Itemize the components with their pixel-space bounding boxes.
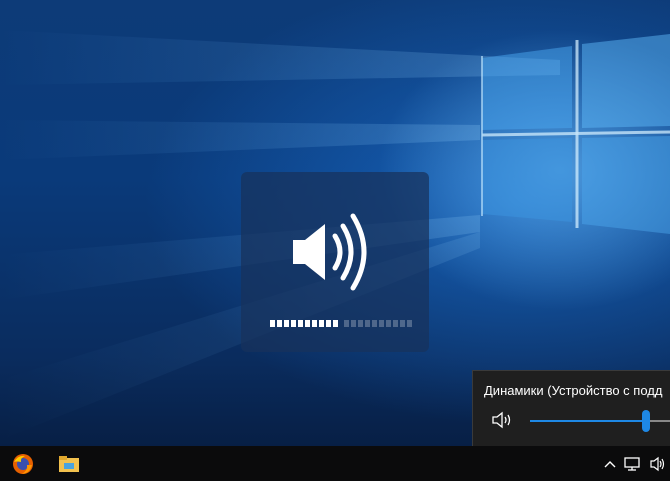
volume-level-segment: [277, 320, 282, 327]
file-explorer-taskbar-button[interactable]: [46, 446, 92, 481]
volume-level-segment: [393, 320, 398, 327]
volume-slider-fill: [530, 420, 646, 422]
volume-slider-thumb[interactable]: [641, 410, 650, 432]
volume-level-segment: [386, 320, 391, 327]
network-icon: [624, 456, 640, 471]
volume-level-segment: [291, 320, 296, 327]
volume-level-segment: [400, 320, 405, 327]
network-button[interactable]: [624, 456, 642, 472]
volume-level-segment: [319, 320, 324, 327]
taskbar: [0, 446, 670, 481]
volume-level-segment: [270, 320, 275, 327]
file-explorer-icon: [59, 455, 79, 472]
device-name-label[interactable]: Динамики (Устройство с подд: [484, 383, 662, 398]
speaker-icon[interactable]: [492, 411, 514, 429]
volume-flyout: Динамики (Устройство с подд: [472, 370, 670, 446]
volume-level-segment: [344, 320, 349, 327]
volume-level-segment: [305, 320, 310, 327]
firefox-icon: [13, 453, 33, 474]
chevron-up-icon: [604, 460, 616, 467]
speaker-volume-icon: [293, 213, 367, 291]
volume-level-segment: [312, 320, 317, 327]
desktop-wallpaper: Динамики (Устройство с подд: [0, 0, 670, 446]
volume-level-segment: [379, 320, 384, 327]
volume-level-segment: [326, 320, 331, 327]
volume-level-segment: [351, 320, 356, 327]
volume-level-segment: [358, 320, 363, 327]
volume-slider[interactable]: [530, 410, 670, 432]
firefox-taskbar-button[interactable]: [0, 446, 46, 481]
volume-osd: [241, 172, 429, 352]
system-tray: [604, 446, 670, 481]
volume-level-segment: [333, 320, 338, 327]
volume-level-segment: [372, 320, 377, 327]
volume-level-segment: [284, 320, 289, 327]
volume-level-segment: [407, 320, 412, 327]
show-hidden-icons-button[interactable]: [604, 459, 616, 469]
volume-icon: [650, 456, 665, 471]
volume-level-indicator: [270, 320, 412, 327]
volume-level-segment: [298, 320, 303, 327]
volume-level-segment: [365, 320, 370, 327]
volume-tray-button[interactable]: [650, 456, 666, 472]
